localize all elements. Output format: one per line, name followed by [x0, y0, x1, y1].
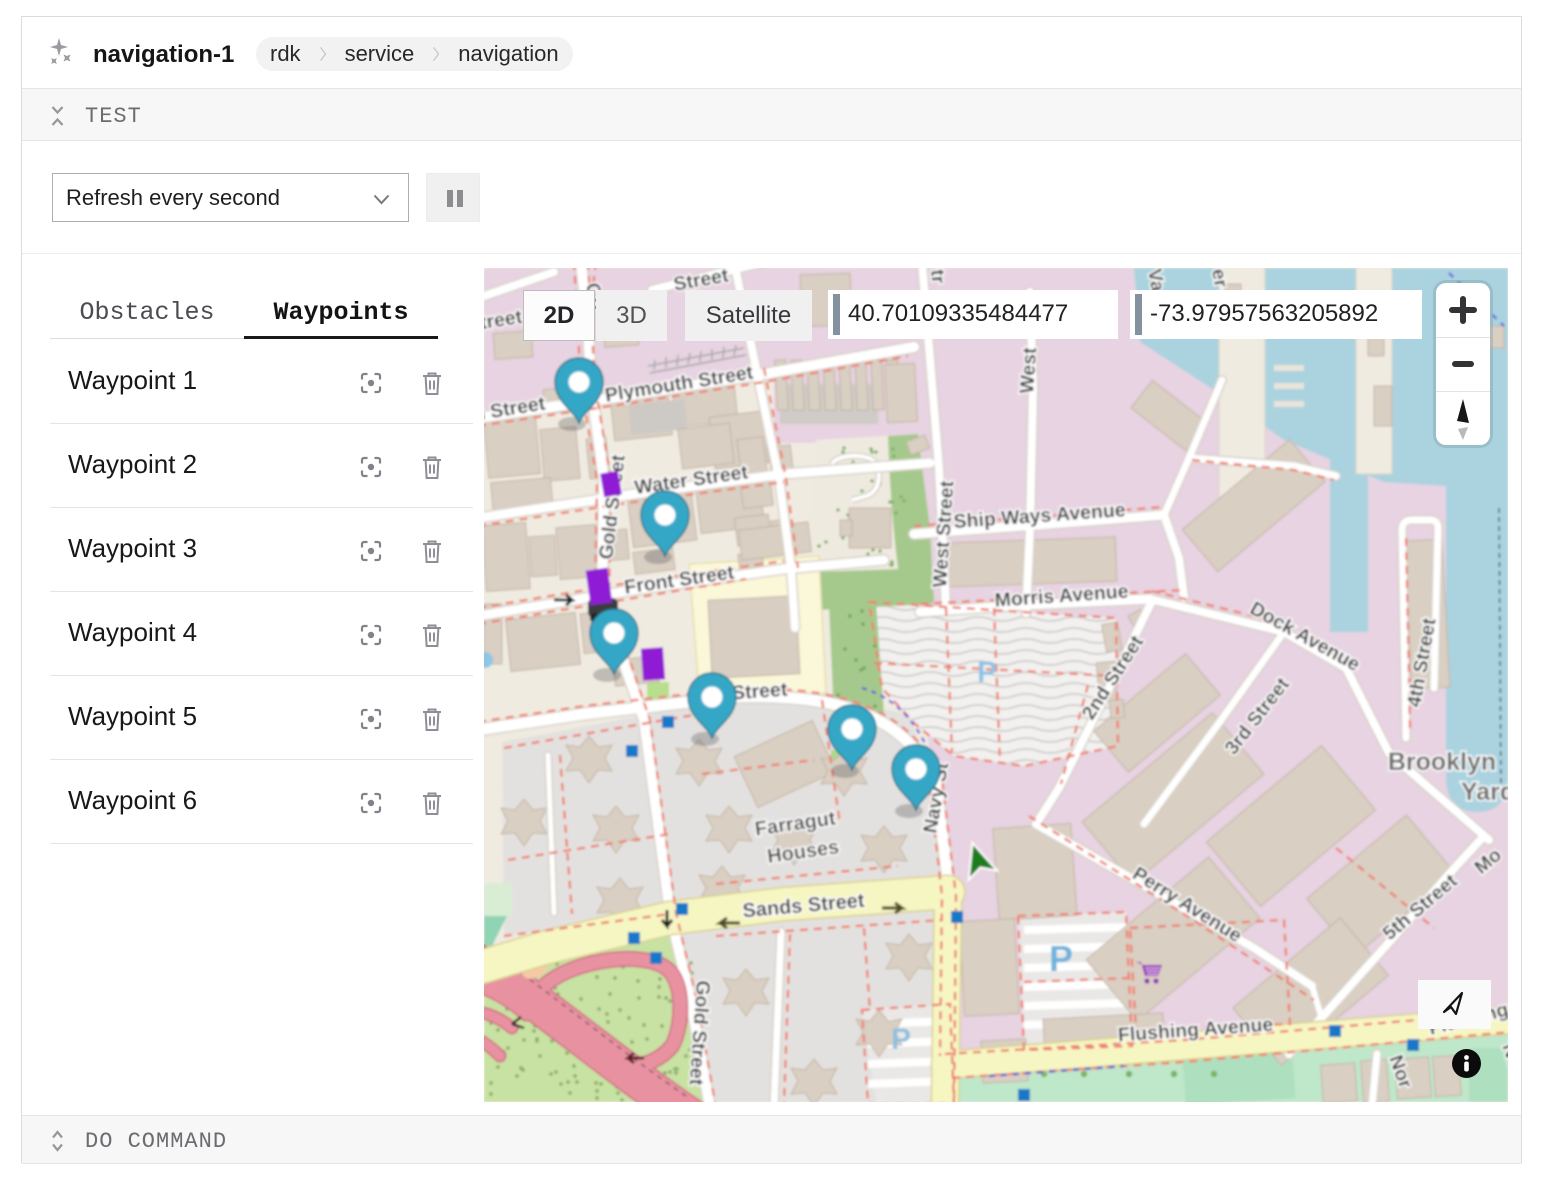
- svg-text:Brooklyn: Brooklyn: [1388, 748, 1496, 776]
- svg-text:West: West: [1016, 346, 1041, 394]
- svg-text:tr: tr: [926, 269, 949, 285]
- svg-text:P: P: [891, 1023, 911, 1056]
- svg-text:Yard: Yard: [1461, 778, 1508, 806]
- svg-text:P: P: [977, 656, 997, 689]
- svg-text:P: P: [1049, 938, 1073, 979]
